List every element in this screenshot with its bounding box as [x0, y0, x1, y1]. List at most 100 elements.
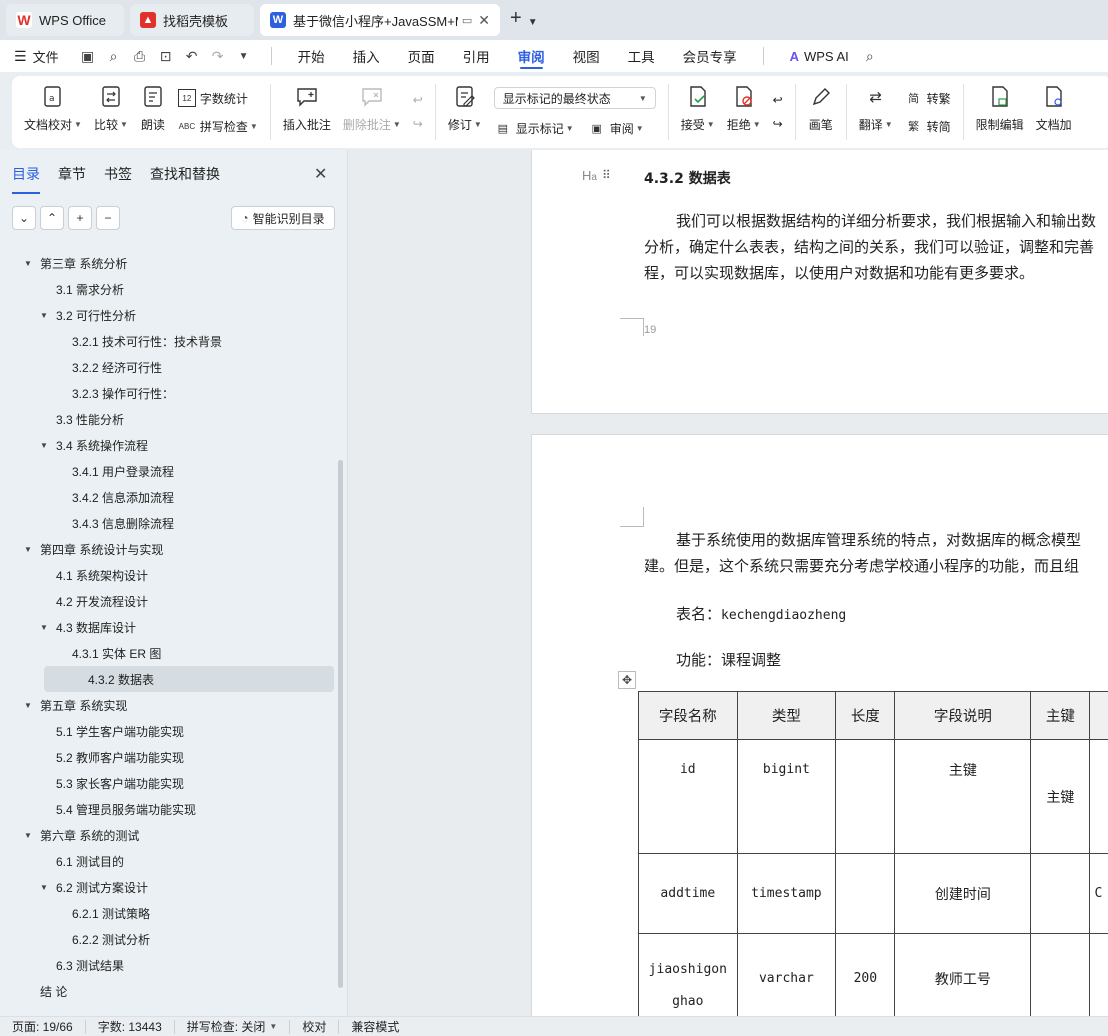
track-changes-button[interactable]: 修订 ▼	[448, 76, 482, 148]
save-icon[interactable]: ▣	[77, 45, 99, 67]
smart-toc-button[interactable]: ◔ 智能识别目录	[231, 206, 335, 230]
toc-item[interactable]: 3.2.2 经济可行性	[0, 354, 340, 380]
collapse-triangle-icon[interactable]: ▼	[40, 441, 52, 450]
toc-item[interactable]: 5.4 管理员服务端功能实现	[0, 796, 340, 822]
chevron-down-icon[interactable]: ▼	[233, 45, 255, 67]
encrypt-button[interactable]: 文档加	[1036, 76, 1072, 148]
monitor-icon[interactable]: ▭	[462, 14, 472, 27]
toc-item[interactable]: 3.4.1 用户登录流程	[0, 458, 340, 484]
word-count-button[interactable]: 12 字数统计	[177, 89, 258, 107]
collapse-triangle-icon[interactable]: ▼	[24, 259, 36, 268]
tab-page[interactable]: 页面	[408, 40, 435, 72]
drag-handle-icon[interactable]: ⠿	[602, 168, 611, 182]
tab-tools[interactable]: 工具	[628, 40, 655, 72]
collapse-triangle-icon[interactable]: ▼	[24, 831, 36, 840]
accept-button[interactable]: 接受 ▼	[681, 76, 715, 148]
next-change-icon[interactable]: ↪	[773, 117, 783, 131]
expand-down-icon[interactable]: ⌄	[12, 206, 36, 230]
print-icon[interactable]: ⎙	[129, 45, 151, 67]
table-move-icon[interactable]: ✥	[618, 671, 636, 689]
toc-item[interactable]: ▼ 第五章 系统实现	[0, 692, 340, 718]
tab-member[interactable]: 会员专享	[683, 40, 737, 72]
tab-wps-office[interactable]: W WPS Office	[6, 4, 124, 36]
redo-icon[interactable]: ↷	[207, 45, 229, 67]
toc-item[interactable]: 6.3 测试结果	[0, 952, 340, 978]
chevron-down-icon[interactable]: ▼	[528, 17, 538, 28]
toc-item[interactable]: 3.4.3 信息删除流程	[0, 510, 340, 536]
undo-icon[interactable]: ↶	[181, 45, 203, 67]
toc-item[interactable]: 4.3.2 数据表	[44, 666, 334, 692]
previous-change-icon[interactable]: ↩	[773, 93, 783, 107]
toc-item[interactable]: ▼ 3.4 系统操作流程	[0, 432, 340, 458]
nav-tab-bookmarks[interactable]: 书签	[104, 164, 132, 188]
next-comment-icon[interactable]: ↪	[413, 117, 423, 131]
add-heading-icon[interactable]: +	[68, 206, 92, 230]
toc-item[interactable]: 3.2.1 技术可行性：技术背景	[0, 328, 340, 354]
to-traditional-button[interactable]: 简 转繁	[905, 89, 951, 107]
toc-item[interactable]: 结 论	[0, 978, 340, 1004]
nav-tab-toc[interactable]: 目录	[12, 164, 40, 194]
toc-item[interactable]: 3.4.2 信息添加流程	[0, 484, 340, 510]
close-icon[interactable]: ✕	[478, 12, 490, 29]
file-menu-button[interactable]: ☰ 文件	[14, 47, 59, 66]
toc-item[interactable]: ▼ 3.2 可行性分析	[0, 302, 340, 328]
collapse-triangle-icon[interactable]: ▼	[40, 883, 52, 892]
toc-item[interactable]: 5.2 教师客户端功能实现	[0, 744, 340, 770]
reject-button[interactable]: 拒绝 ▼	[727, 76, 761, 148]
proofread-button[interactable]: 校对	[290, 1019, 340, 1034]
tab-home[interactable]: 开始	[298, 40, 325, 72]
collapse-triangle-icon[interactable]: ▼	[40, 311, 52, 320]
spell-check-button[interactable]: ABC 拼写检查 ▼	[178, 117, 258, 135]
delete-comment-button[interactable]: 删除批注 ▼	[343, 76, 401, 148]
translate-button[interactable]: ⇄ 翻译 ▼	[859, 76, 893, 148]
tab-template[interactable]: ▲ 找稻壳模板	[130, 4, 254, 36]
review-pane-button[interactable]: ▣ 审阅 ▼	[588, 119, 644, 137]
collapse-triangle-icon[interactable]: ▼	[24, 545, 36, 554]
toc-item[interactable]: ▼ 第三章 系统分析	[0, 250, 340, 276]
toc-item[interactable]: ▼ 4.3 数据库设计	[0, 614, 340, 640]
doc-check-button[interactable]: a 文档校对 ▼	[24, 76, 82, 148]
new-tab-plus-icon[interactable]: +	[510, 7, 522, 30]
collapse-up-icon[interactable]: ⌃	[40, 206, 64, 230]
tab-review[interactable]: 审阅	[518, 40, 545, 72]
compare-button[interactable]: 比较 ▼	[94, 76, 128, 148]
export-icon[interactable]: ⌕	[103, 45, 125, 67]
close-icon[interactable]: ✕	[314, 164, 327, 184]
toc-item[interactable]: ▼ 第六章 系统的测试	[0, 822, 340, 848]
insert-comment-button[interactable]: 插入批注	[283, 76, 331, 148]
toc-item[interactable]: 4.1 系统架构设计	[0, 562, 340, 588]
previous-comment-icon[interactable]: ↩	[413, 93, 423, 107]
tab-insert[interactable]: 插入	[353, 40, 380, 72]
word-count-indicator[interactable]: 字数: 13443	[86, 1019, 175, 1034]
toc-item[interactable]: ▼ 第四章 系统设计与实现	[0, 536, 340, 562]
pen-button[interactable]: 画笔	[808, 76, 834, 148]
document-canvas[interactable]: Ha ⠿ 4.3.2 数据表 我们可以根据数据结构的详细分析要求，我们根据输入和…	[349, 150, 1108, 1016]
collapse-triangle-icon[interactable]: ▼	[24, 701, 36, 710]
to-simplified-button[interactable]: 繁 转简	[905, 117, 951, 135]
show-markup-button[interactable]: ▤ 显示标记 ▼	[494, 119, 574, 137]
tab-document[interactable]: W 基于微信小程序+JavaSSM+M ▭ ✕	[260, 4, 500, 36]
toc-item[interactable]: 5.1 学生客户端功能实现	[0, 718, 340, 744]
remove-heading-icon[interactable]: −	[96, 206, 120, 230]
tab-references[interactable]: 引用	[463, 40, 490, 72]
toc-item[interactable]: ▼ 6.2 测试方案设计	[0, 874, 340, 900]
toc-item[interactable]: 3.1 需求分析	[0, 276, 340, 302]
toc-item[interactable]: 3.2.3 操作可行性：	[0, 380, 340, 406]
tab-view[interactable]: 视图	[573, 40, 600, 72]
toc-item[interactable]: 4.2 开发流程设计	[0, 588, 340, 614]
toc-item[interactable]: 4.3.1 实体 ER 图	[0, 640, 340, 666]
nav-tab-sections[interactable]: 章节	[58, 164, 86, 188]
read-aloud-button[interactable]: 朗读	[140, 76, 166, 148]
print-preview-icon[interactable]: ⊡	[155, 45, 177, 67]
spell-check-status[interactable]: 拼写检查: 关闭 ▼	[175, 1019, 291, 1034]
toc-item[interactable]: 6.2.1 测试策略	[0, 900, 340, 926]
toc-scrollbar[interactable]	[338, 460, 343, 988]
nav-tab-find-replace[interactable]: 查找和替换	[150, 164, 220, 188]
heading-style-marker[interactable]: Ha	[582, 168, 597, 183]
search-icon[interactable]: ⌕	[859, 45, 881, 67]
wps-ai-button[interactable]: A WPS AI	[790, 49, 849, 64]
markup-state-select[interactable]: 显示标记的最终状态 ▼	[493, 87, 656, 109]
toc-item[interactable]: 3.3 性能分析	[0, 406, 340, 432]
toc-item[interactable]: 6.2.2 测试分析	[0, 926, 340, 952]
toc-item[interactable]: 5.3 家长客户端功能实现	[0, 770, 340, 796]
